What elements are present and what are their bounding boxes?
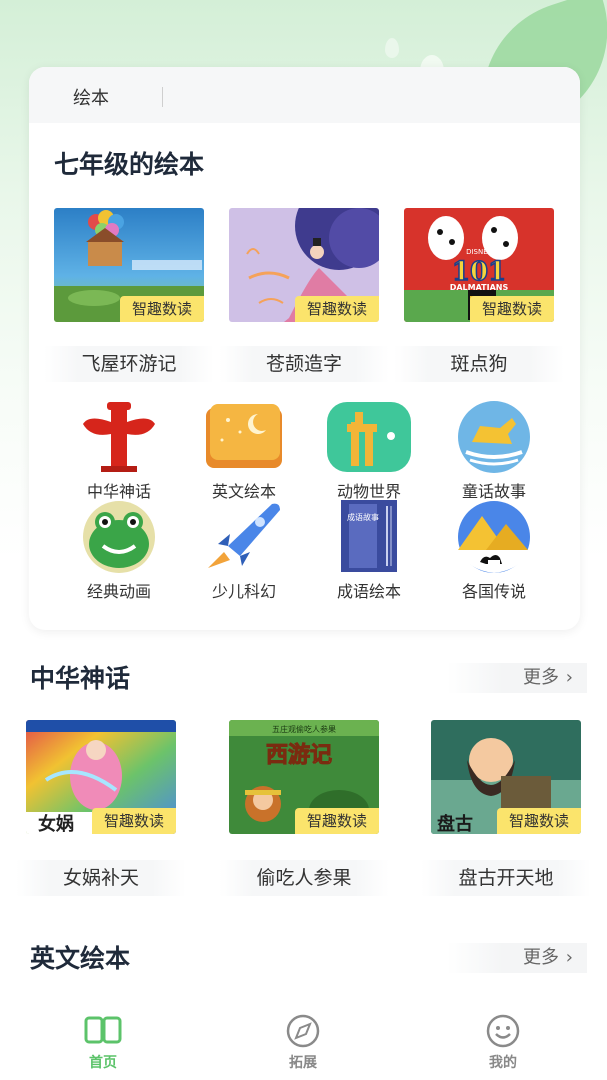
nav-label: 拓展 bbox=[289, 1055, 317, 1071]
book-cover-dalmatians[interactable]: DISNEY 101 DALMATIANS 智趣数读 bbox=[404, 208, 554, 322]
book-tag: 智趣数读 bbox=[92, 808, 176, 834]
rocking-horse-icon bbox=[450, 400, 538, 474]
book-cover-cangjie[interactable]: 智趣数读 bbox=[229, 208, 379, 322]
bottom-nav: 首页 拓展 我的 bbox=[0, 1000, 607, 1080]
cover-brand-text: DISNEY bbox=[466, 248, 493, 256]
book-tag: 智趣数读 bbox=[295, 808, 379, 834]
category-idiom-book[interactable]: 成语故事 成语绘本 bbox=[314, 500, 424, 602]
category-label: 英文绘本 bbox=[211, 482, 276, 501]
book-title[interactable]: 苍颉造字 bbox=[219, 346, 389, 382]
more-button[interactable]: 更多 › bbox=[447, 663, 587, 693]
section-header-myth: 中华神话 更多 › bbox=[0, 657, 607, 697]
more-label: 更多 bbox=[523, 667, 559, 688]
book-tag: 智趣数读 bbox=[470, 296, 554, 322]
section-title: 中华神话 bbox=[30, 664, 131, 693]
category-world-legends[interactable]: 各国传说 bbox=[439, 500, 549, 602]
book-title[interactable]: 飞屋环游记 bbox=[44, 346, 214, 382]
category-label: 经典动画 bbox=[86, 582, 151, 601]
book-title[interactable]: 偷吃人参果 bbox=[219, 860, 389, 896]
compass-icon bbox=[284, 1014, 322, 1048]
smiley-icon bbox=[484, 1014, 522, 1048]
rocket-icon bbox=[200, 500, 288, 574]
idiom-icon-text: 成语故事 bbox=[347, 512, 379, 522]
cover-title-text: 西游记 bbox=[266, 742, 332, 768]
nav-label: 我的 bbox=[489, 1055, 517, 1071]
category-english-book[interactable]: 英文绘本 bbox=[189, 400, 299, 502]
cover-title-text: 盘古 bbox=[437, 813, 473, 834]
chevron-right-icon: › bbox=[565, 947, 573, 968]
frog-icon bbox=[75, 500, 163, 574]
tab-picturebook[interactable]: 绘本 bbox=[73, 84, 109, 110]
nav-home[interactable]: 首页 bbox=[63, 1014, 143, 1072]
nav-profile[interactable]: 我的 bbox=[463, 1014, 543, 1072]
giraffe-icon bbox=[325, 400, 413, 474]
more-label: 更多 bbox=[523, 947, 559, 968]
nav-explore[interactable]: 拓展 bbox=[263, 1014, 343, 1072]
category-chinese-myth[interactable]: 中华神话 bbox=[64, 400, 174, 502]
book-tag: 智趣数读 bbox=[497, 808, 581, 834]
book-cover-pangu[interactable]: 盘古 智趣数读 bbox=[431, 720, 581, 834]
card-title: 七年级的绘本 bbox=[54, 150, 205, 179]
idiom-book-icon: 成语故事 bbox=[325, 500, 413, 574]
category-animal-world[interactable]: 动物世界 bbox=[314, 400, 424, 502]
storybook-moon-icon bbox=[200, 400, 288, 474]
cover-subtitle-text: DALMATIANS bbox=[450, 283, 509, 292]
book-tag: 智趣数读 bbox=[295, 296, 379, 322]
book-open-icon bbox=[84, 1014, 122, 1048]
book-title[interactable]: 女娲补天 bbox=[16, 860, 186, 896]
book-cover-xiyouji[interactable]: 五庄观偷吃人参果 西游记 智趣数读 bbox=[229, 720, 379, 834]
book-title[interactable]: 斑点狗 bbox=[394, 346, 564, 382]
category-kids-scifi[interactable]: 少儿科幻 bbox=[189, 500, 299, 602]
category-label: 童话故事 bbox=[461, 482, 526, 501]
chevron-right-icon: › bbox=[565, 667, 573, 688]
drop-decoration bbox=[385, 38, 399, 58]
book-cover-nuwa[interactable]: 女娲 智趣数读 bbox=[26, 720, 176, 834]
category-fairy-tale[interactable]: 童话故事 bbox=[439, 400, 549, 502]
category-label: 各国传说 bbox=[461, 582, 526, 601]
red-totem-icon bbox=[75, 400, 163, 474]
category-classic-animation[interactable]: 经典动画 bbox=[64, 500, 174, 602]
category-label: 中华神话 bbox=[86, 482, 151, 501]
section-header-english: 英文绘本 更多 › bbox=[0, 937, 607, 977]
card-tab-bar: 绘本 bbox=[29, 67, 580, 123]
nav-label: 首页 bbox=[89, 1055, 117, 1071]
cover-title-text: 女娲 bbox=[38, 813, 74, 834]
tab-divider bbox=[162, 87, 163, 107]
category-label: 动物世界 bbox=[336, 482, 401, 501]
more-button[interactable]: 更多 › bbox=[447, 943, 587, 973]
section-title: 英文绘本 bbox=[30, 944, 131, 973]
book-tag: 智趣数读 bbox=[120, 296, 204, 322]
category-label: 成语绘本 bbox=[336, 582, 401, 601]
book-title[interactable]: 盘古开天地 bbox=[421, 860, 591, 896]
cover-top-text: 五庄观偷吃人参果 bbox=[272, 724, 336, 734]
book-cover-up[interactable]: 智趣数读 bbox=[54, 208, 204, 322]
pyramid-camel-icon bbox=[450, 500, 538, 574]
category-label: 少儿科幻 bbox=[211, 582, 276, 601]
grade-picturebook-card: 绘本 七年级的绘本 智趣数读 智趣数读 DISNEY 101 DALMATIAN… bbox=[29, 67, 580, 630]
